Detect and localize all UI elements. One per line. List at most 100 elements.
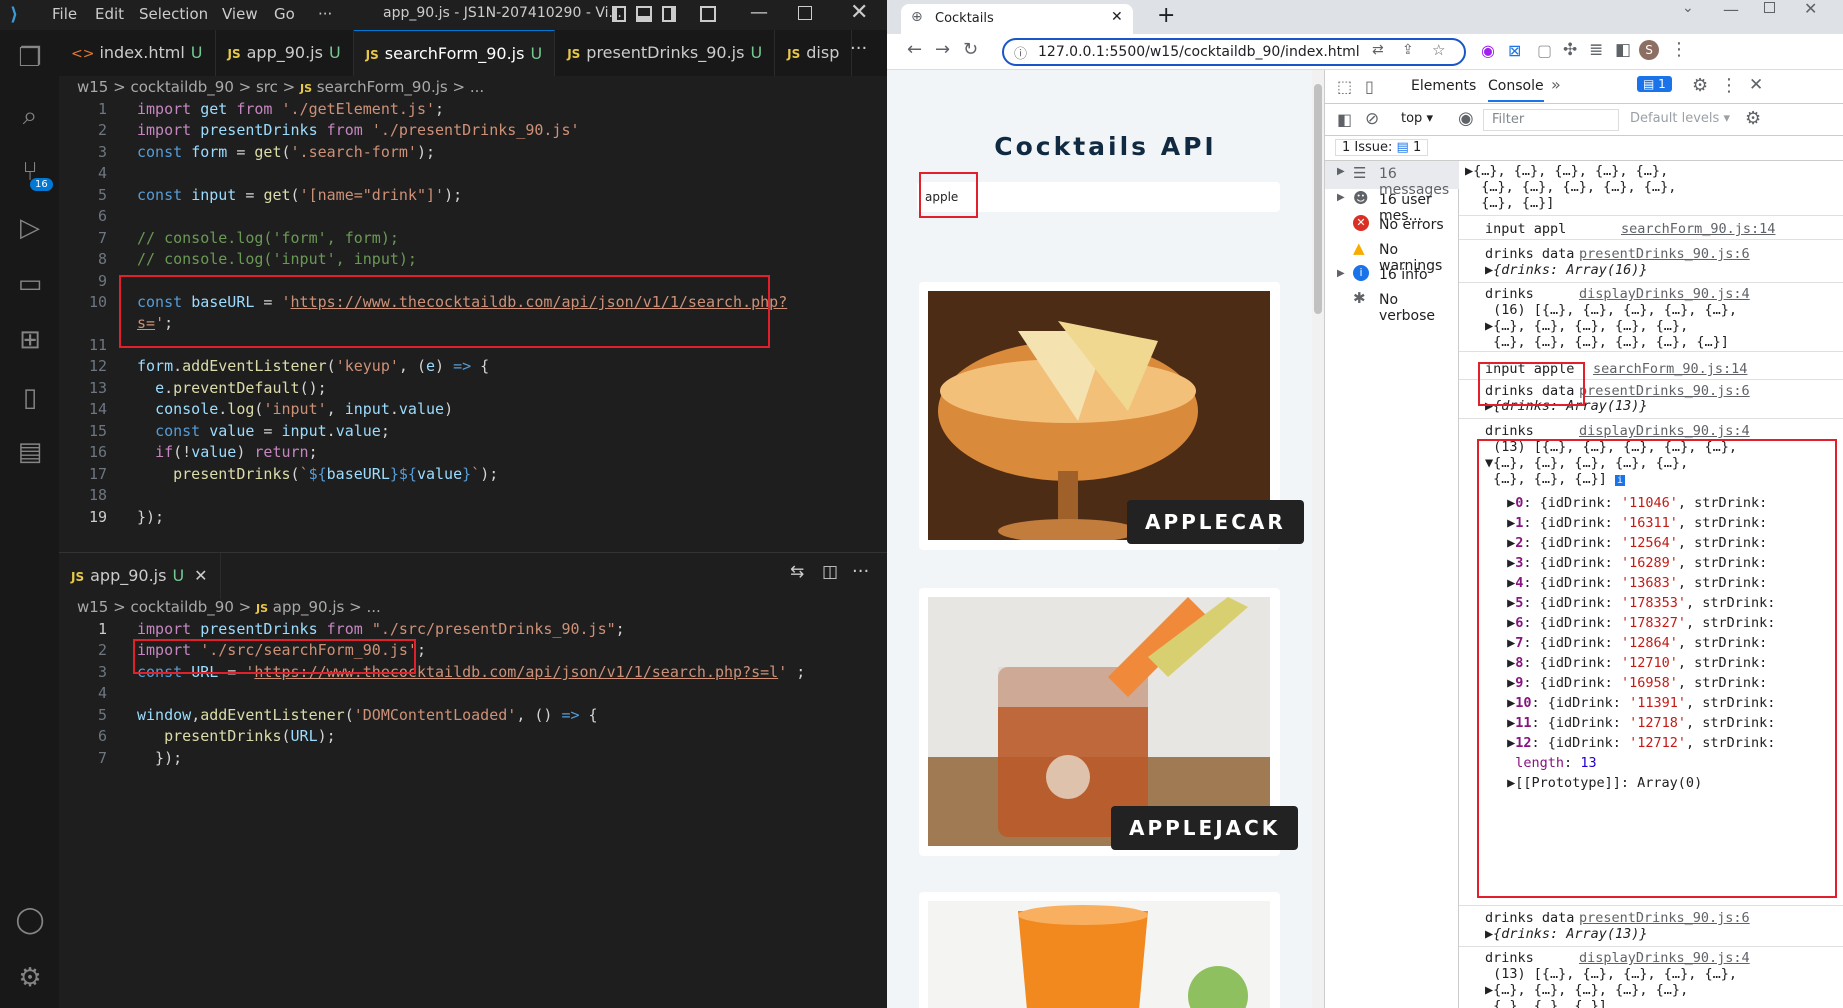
- sidebar-item-verbose[interactable]: No verbose: [1379, 292, 1458, 324]
- console-object[interactable]: (13) [{…}, {…}, {…}, {…}, {…}, ▶{…}, {…}…: [1485, 966, 1737, 1008]
- issues-bar: 1 Issue: ▤ 1: [1325, 136, 1843, 161]
- clear-console-icon[interactable]: ⊘: [1365, 109, 1379, 129]
- profile-avatar[interactable]: S: [1639, 40, 1659, 60]
- menu-selection[interactable]: Selection: [139, 5, 208, 23]
- extensions-icon[interactable]: ⊞: [12, 322, 48, 358]
- tab-index-html[interactable]: <> index.html U: [59, 30, 216, 76]
- menu-kebab-icon[interactable]: ⋮: [1670, 39, 1688, 60]
- extension-icon[interactable]: ▢: [1537, 41, 1552, 60]
- tab-elements[interactable]: Elements: [1411, 78, 1476, 94]
- show-sidebar-icon[interactable]: ◧: [1337, 110, 1352, 129]
- settings-gear-icon[interactable]: ⚙: [1692, 75, 1708, 96]
- more-tabs-icon[interactable]: »: [1551, 75, 1561, 94]
- more-actions-icon[interactable]: ···: [852, 561, 869, 582]
- remote-explorer-icon[interactable]: ▭: [12, 266, 48, 302]
- back-icon[interactable]: ←: [907, 39, 922, 60]
- tab-console[interactable]: Console: [1488, 78, 1544, 102]
- menu-view[interactable]: View: [222, 5, 258, 23]
- compare-changes-icon[interactable]: ⇆: [790, 562, 804, 582]
- expand-arrow-icon[interactable]: ▶: [1337, 192, 1345, 203]
- scrollbar-thumb[interactable]: [1314, 84, 1322, 314]
- drink-card[interactable]: APPLECAR: [919, 282, 1304, 550]
- split-editor-icon[interactable]: ◫: [822, 562, 838, 582]
- console-object[interactable]: ▶{drinks: Array(16)}: [1485, 262, 1648, 278]
- side-panel-icon[interactable]: ◧: [1615, 40, 1631, 60]
- explorer-icon[interactable]: ❐: [12, 40, 48, 76]
- reading-list-icon[interactable]: ≣: [1589, 40, 1603, 60]
- maximize-icon[interactable]: [798, 6, 812, 20]
- extension-purple-icon[interactable]: ◉: [1481, 41, 1495, 60]
- bookmark-icon[interactable]: ▯: [12, 380, 48, 416]
- drink-card[interactable]: [919, 892, 1280, 1008]
- editor-tabs: <> index.html U JS app_90.js U JS searchForm_…: [59, 30, 887, 76]
- tab-presentdrinks-js[interactable]: JS presentDrinks_90.js U: [555, 30, 776, 76]
- close-devtools-icon[interactable]: ✕: [1749, 75, 1763, 95]
- menu-edit[interactable]: Edit: [95, 5, 124, 23]
- panels-icon[interactable]: ▤: [12, 434, 48, 470]
- log-levels-dropdown[interactable]: Default levels ▾: [1630, 111, 1730, 126]
- bookmark-star-icon[interactable]: ☆: [1432, 41, 1445, 59]
- more-actions-icon[interactable]: ···: [850, 38, 867, 59]
- sidebar-item-info[interactable]: 16 info: [1379, 267, 1428, 283]
- console-toolbar: ◧ ⊘ top ▾ ◉ Filter Default levels ▾ ⚙: [1325, 104, 1843, 136]
- tab-search-icon[interactable]: ⌄: [1682, 0, 1694, 16]
- browser-tab-cocktails[interactable]: ⊕ Cocktails ✕: [901, 4, 1133, 34]
- minimize-icon[interactable]: —: [1723, 0, 1739, 19]
- console-object[interactable]: (16) [{…}, {…}, {…}, {…}, {…}, ▶{…}, {…}…: [1485, 302, 1737, 350]
- source-link[interactable]: presentDrinks_90.js:6: [1579, 383, 1750, 399]
- url-field[interactable]: ⓘ 127.0.0.1:5500/w15/cocktaildb_90/index…: [1002, 38, 1466, 66]
- source-link[interactable]: searchForm_90.js:14: [1621, 221, 1775, 237]
- extension-translate-icon[interactable]: ⊠: [1508, 41, 1521, 60]
- live-expression-eye-icon[interactable]: ◉: [1458, 108, 1474, 129]
- customize-layout-icon[interactable]: [700, 6, 716, 22]
- filter-input[interactable]: Filter: [1483, 109, 1619, 131]
- menu-file[interactable]: File: [52, 5, 77, 23]
- minimize-icon[interactable]: —: [750, 2, 768, 23]
- close-tab-icon[interactable]: ✕: [194, 566, 207, 585]
- menu-kebab-icon[interactable]: ⋮: [1720, 75, 1738, 96]
- account-icon[interactable]: ◯: [12, 902, 48, 938]
- tab-app-js[interactable]: JS app_90.js U: [216, 30, 354, 76]
- console-settings-icon[interactable]: ⚙: [1745, 108, 1761, 129]
- reload-icon[interactable]: ↻: [963, 39, 978, 60]
- menu-more[interactable]: ···: [318, 5, 332, 23]
- drink-card[interactable]: APPLEJACK: [919, 588, 1299, 856]
- source-link[interactable]: presentDrinks_90.js:6: [1579, 910, 1750, 926]
- source-link[interactable]: searchForm_90.js:14: [1593, 361, 1747, 377]
- device-toolbar-icon[interactable]: ▯: [1365, 77, 1374, 96]
- close-icon[interactable]: ✕: [850, 0, 868, 25]
- extensions-puzzle-icon[interactable]: ✣: [1563, 40, 1577, 60]
- run-debug-icon[interactable]: ▷: [12, 210, 48, 246]
- forward-icon[interactable]: →: [935, 39, 950, 60]
- source-link[interactable]: displayDrinks_90.js:4: [1579, 950, 1750, 966]
- inspect-element-icon[interactable]: ⬚: [1337, 77, 1352, 96]
- issues-link[interactable]: 1 Issue: ▤ 1: [1335, 139, 1429, 156]
- toggle-panel-icon[interactable]: [636, 6, 652, 22]
- sidebar-item-errors[interactable]: No errors: [1379, 217, 1444, 233]
- web-page: Cocktails API apple APPLECAR APPLEJACK: [887, 70, 1324, 1008]
- tab-app-js-pane2[interactable]: JS app_90.js U ✕: [59, 553, 221, 599]
- toggle-sidebar-icon[interactable]: [612, 6, 626, 22]
- source-link[interactable]: displayDrinks_90.js:4: [1579, 286, 1750, 302]
- context-selector[interactable]: top ▾: [1401, 111, 1433, 126]
- maximize-icon[interactable]: [1764, 2, 1775, 13]
- close-tab-icon[interactable]: ✕: [1111, 9, 1123, 25]
- translate-icon[interactable]: ⇄: [1372, 42, 1384, 58]
- expand-arrow-icon[interactable]: ▶: [1337, 166, 1345, 177]
- console-object[interactable]: ▶{drinks: Array(13)}: [1485, 926, 1648, 942]
- source-link[interactable]: presentDrinks_90.js:6: [1579, 246, 1750, 262]
- settings-gear-icon[interactable]: ⚙: [12, 960, 48, 996]
- new-tab-icon[interactable]: +: [1157, 3, 1175, 28]
- tab-searchform-js[interactable]: JS searchForm_90.js U: [353, 30, 556, 76]
- page-scrollbar[interactable]: [1312, 70, 1324, 1008]
- share-icon[interactable]: ⇪: [1402, 42, 1414, 58]
- source-link[interactable]: displayDrinks_90.js:4: [1579, 423, 1750, 439]
- menu-go[interactable]: Go: [274, 5, 295, 23]
- close-window-icon[interactable]: ✕: [1804, 0, 1817, 18]
- highlight-input-apple: [1478, 362, 1585, 406]
- toggle-secondary-sidebar-icon[interactable]: [662, 6, 676, 22]
- search-icon[interactable]: ⌕: [12, 98, 48, 134]
- issues-badge[interactable]: ▤ 1: [1637, 76, 1672, 92]
- tab-displaydrinks-js[interactable]: JS disp: [775, 30, 853, 76]
- expand-arrow-icon[interactable]: ▶: [1337, 268, 1345, 279]
